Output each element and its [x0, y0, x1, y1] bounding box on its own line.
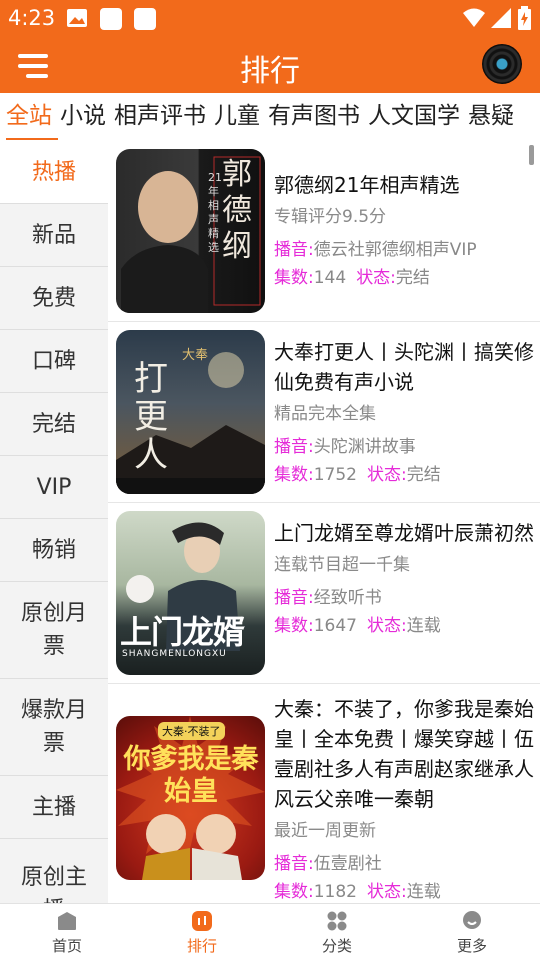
host-label: 播音: [274, 240, 314, 260]
state-value: 连载 [406, 882, 441, 902]
bottom-nav: 首页 排行 分类 更多 [0, 903, 540, 960]
book-title: 上门龙婿至尊龙婿叶辰萧初然 [274, 521, 534, 545]
episodes-label: 集数: [274, 882, 314, 902]
book-cover[interactable]: 上门龙婿 SHANGMENLONGXU [116, 511, 265, 675]
page-title: 排行 [240, 54, 300, 89]
episodes-count: 1182 [313, 882, 357, 902]
nav-ranking[interactable]: 排行 [152, 910, 252, 956]
category-tabs: 全站 小说 相声评书 儿童 有声图书 人文国学 悬疑 [0, 93, 540, 141]
state-value: 连载 [406, 616, 441, 636]
host-name: 德云社郭德纲相声VIP [313, 240, 477, 260]
book-title: 大秦：不装了，你爹我是秦始皇丨全本免费丨爆笑穿越丨伍壹剧社多人有声剧赵家继承人风… [274, 697, 534, 811]
list-scrollbar[interactable] [529, 145, 534, 165]
more-icon [463, 911, 481, 929]
tab-audiobook[interactable]: 有声图书 [264, 93, 364, 141]
state-label: 状态: [356, 268, 396, 288]
wifi-icon [463, 8, 485, 27]
sidebar-item-original-monthly[interactable]: 原创月票 [0, 582, 108, 679]
cover-subtitle: SHANGMENLONGXU [122, 649, 227, 659]
nav-category[interactable]: 分类 [287, 910, 387, 956]
status-time: 4:23 [8, 6, 56, 30]
book-subtitle: 连载节目超一千集 [274, 555, 410, 575]
status-bar: 4:23 [0, 0, 540, 36]
app-bar: 排行 [0, 36, 540, 93]
episodes-count: 1752 [313, 465, 357, 485]
sidebar-item-new[interactable]: 新品 [0, 204, 108, 267]
sidebar-item-hit-monthly[interactable]: 爆款月票 [0, 679, 108, 776]
tab-novel[interactable]: 小说 [56, 93, 110, 141]
category-icon [327, 911, 347, 931]
host-label: 播音: [274, 588, 314, 608]
book-cover[interactable]: 大秦·不装了 你爹我是秦始皇 [116, 716, 265, 880]
cover-title: 上门龙婿 [120, 613, 245, 651]
sidebar-item-free[interactable]: 免费 [0, 267, 108, 330]
app-notification-icon [100, 8, 122, 30]
episodes-label: 集数: [274, 268, 314, 288]
cover-title: 你爹我是秦始皇 [123, 744, 259, 807]
nav-ranking-label: 排行 [186, 937, 217, 955]
book-subtitle: 最近一周更新 [274, 821, 376, 841]
book-title: 大奉打更人丨头陀渊丨搞笑修仙免费有声小说 [274, 340, 534, 394]
image-notification-icon [67, 9, 87, 27]
tab-crosstalk[interactable]: 相声评书 [110, 93, 210, 141]
top-bar: 4:23 排行 [0, 0, 540, 93]
state-value: 完结 [406, 465, 441, 485]
episodes-label: 集数: [274, 616, 314, 636]
nav-home-label: 首页 [51, 937, 82, 955]
battery-icon [518, 6, 531, 30]
active-tab-indicator [6, 138, 58, 140]
host-name: 头陀渊讲故事 [313, 437, 416, 457]
cover-subtitle: 大奉 [182, 348, 209, 363]
book-cover[interactable]: 郭德纲 21年相声精选 [116, 149, 265, 313]
sidebar-item-reputation[interactable]: 口碑 [0, 330, 108, 393]
cover-title: 打更人 [134, 359, 168, 475]
nav-more[interactable]: 更多 [422, 910, 522, 956]
signal-icon [491, 8, 511, 28]
list-item[interactable]: 打更人 大奉 大奉打更人丨头陀渊丨搞笑修仙免费有声小说 精品完本全集 播音:头陀… [108, 322, 540, 503]
tab-children[interactable]: 儿童 [210, 93, 264, 141]
tab-suspense[interactable]: 悬疑 [464, 93, 518, 141]
player-disc-icon[interactable] [482, 44, 522, 84]
tab-all[interactable]: 全站 [0, 93, 56, 141]
cover-title: 郭德纲 [222, 157, 252, 264]
ranking-list: 郭德纲 21年相声精选 郭德纲21年相声精选 专辑评分9.5分 播音:德云社郭德… [108, 141, 540, 903]
list-item[interactable]: 上门龙婿 SHANGMENLONGXU 上门龙婿至尊龙婿叶辰萧初然 连载节目超一… [108, 503, 540, 684]
ranking-icon [192, 911, 212, 931]
nav-category-label: 分类 [321, 937, 352, 955]
state-label: 状态: [367, 465, 407, 485]
book-cover[interactable]: 打更人 大奉 [116, 330, 265, 494]
nav-home[interactable]: 首页 [17, 910, 117, 956]
sidebar-item-host[interactable]: 主播 [0, 776, 108, 839]
episodes-count: 144 [313, 268, 347, 288]
episodes-label: 集数: [274, 465, 314, 485]
sidebar-item-hot[interactable]: 热播 [0, 141, 108, 204]
state-label: 状态: [367, 616, 407, 636]
host-label: 播音: [274, 437, 314, 457]
state-label: 状态: [367, 882, 407, 902]
book-subtitle: 专辑评分9.5分 [274, 207, 387, 227]
list-item[interactable]: 郭德纲 21年相声精选 郭德纲21年相声精选 专辑评分9.5分 播音:德云社郭德… [108, 141, 540, 322]
state-value: 完结 [395, 268, 430, 288]
tab-humanities[interactable]: 人文国学 [364, 93, 464, 141]
host-name: 伍壹剧社 [313, 854, 382, 874]
sidebar-item-original-host[interactable]: 原创主播 [0, 839, 108, 903]
book-subtitle: 精品完本全集 [274, 404, 376, 424]
sidebar-item-bestseller[interactable]: 畅销 [0, 519, 108, 582]
sidebar-item-finished[interactable]: 完结 [0, 393, 108, 456]
cover-subtitle: 大秦·不装了 [158, 722, 225, 740]
list-item[interactable]: 大秦·不装了 你爹我是秦始皇 大秦：不装了，你爹我是秦始皇丨全本免费丨爆笑穿越丨… [108, 684, 540, 903]
host-name: 经致听书 [313, 588, 382, 608]
sidebar-item-vip[interactable]: VIP [0, 456, 108, 519]
book-title: 郭德纲21年相声精选 [274, 173, 460, 197]
app-notification-icon [134, 8, 156, 30]
home-icon [58, 912, 76, 930]
cover-subtitle: 21年相声精选 [208, 171, 222, 254]
episodes-count: 1647 [313, 616, 357, 636]
host-label: 播音: [274, 854, 314, 874]
ranking-sidebar: 热播 新品 免费 口碑 完结 VIP 畅销 原创月票 爆款月票 主播 原创主播 [0, 141, 108, 903]
nav-more-label: 更多 [456, 937, 487, 955]
